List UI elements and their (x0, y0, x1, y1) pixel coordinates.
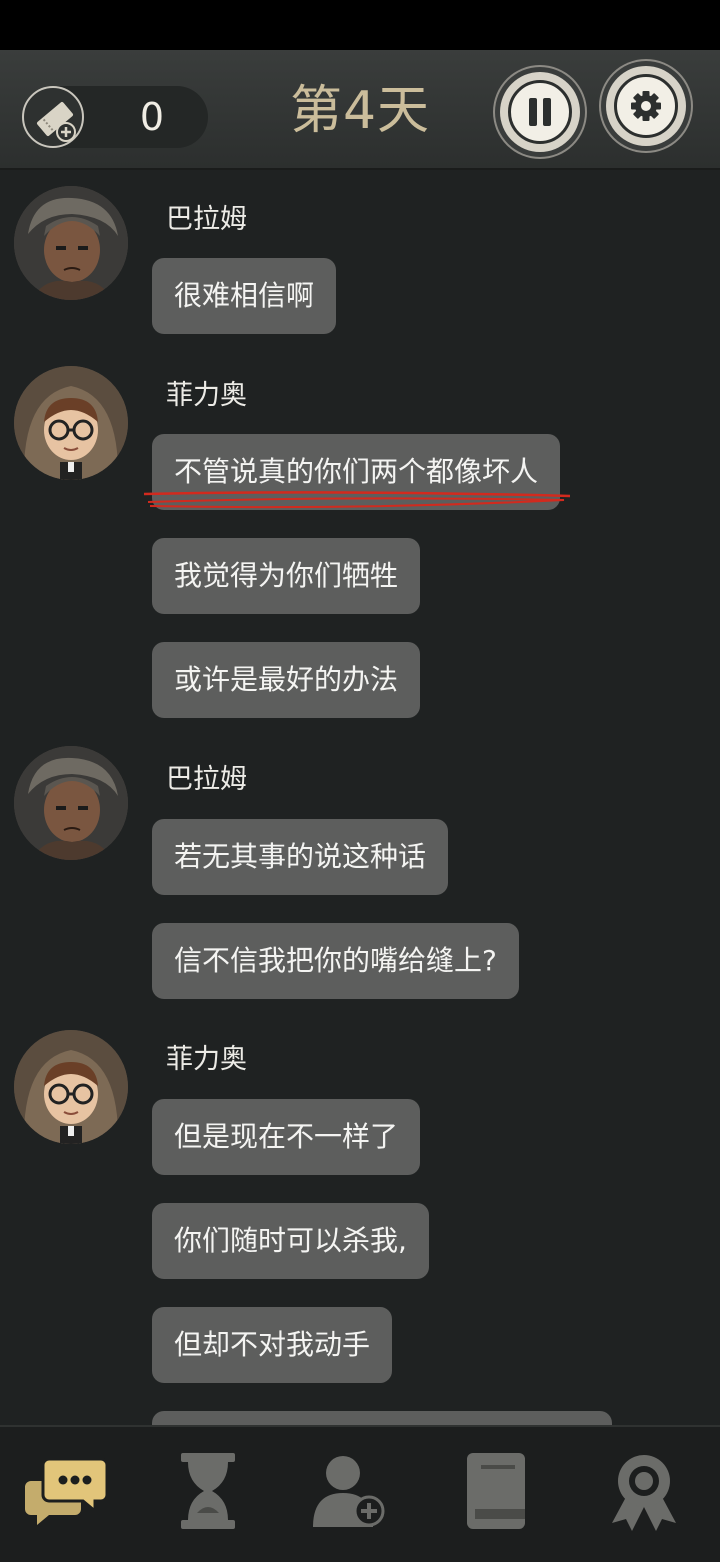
add-person-icon (313, 1456, 385, 1527)
message-bubble: 你们随时可以杀我, (152, 1203, 429, 1279)
pause-icon (529, 98, 551, 126)
ticket-add-icon[interactable] (22, 86, 84, 148)
nav-chat[interactable] (18, 1451, 118, 1541)
bottom-nav (0, 1425, 720, 1562)
badge-icon (612, 1455, 676, 1531)
nav-book[interactable] (446, 1451, 546, 1541)
gear-icon (631, 91, 661, 121)
book-icon (467, 1453, 525, 1529)
settings-button[interactable] (606, 66, 686, 146)
message-bubble: 很难相信啊 (152, 258, 337, 334)
ticket-counter[interactable]: 0 (22, 86, 208, 148)
message-bubble-partial (152, 1411, 612, 1425)
message-bubble: 但是现在不一样了 (152, 1099, 421, 1175)
message-bubble: 但却不对我动手 (152, 1307, 393, 1383)
chat-icon (25, 1457, 109, 1525)
nav-hourglass[interactable] (158, 1451, 258, 1541)
avatar-filio[interactable] (14, 1030, 128, 1144)
pause-button[interactable] (500, 72, 580, 152)
nav-badge[interactable] (594, 1451, 694, 1541)
red-underline-annotation (143, 491, 570, 509)
message-bubble: 或许是最好的办法 (152, 642, 421, 718)
message-bubble: 信不信我把你的嘴给缝上? (152, 923, 519, 999)
avatar-balam[interactable] (14, 746, 128, 860)
day-title: 第4天 (289, 81, 431, 141)
sender-name: 巴拉姆 (166, 764, 247, 795)
nav-add-person[interactable] (298, 1451, 398, 1541)
status-bar (0, 0, 720, 50)
sender-name: 巴拉姆 (166, 204, 247, 235)
hourglass-icon (181, 1453, 235, 1529)
sender-name: 菲力奥 (166, 380, 247, 411)
sender-name: 菲力奥 (166, 1044, 247, 1075)
message-bubble: 若无其事的说这种话 (152, 819, 449, 895)
message-bubble: 我觉得为你们牺牲 (152, 538, 421, 614)
ticket-count: 0 (139, 95, 165, 139)
top-bar: 0 第4天 (0, 50, 720, 170)
avatar-balam[interactable] (14, 186, 128, 300)
avatar-filio[interactable] (14, 366, 128, 480)
chat-list[interactable]: 巴拉姆 很难相信啊 菲力奥 不管说真的你们两个都像坏人 我觉得为你们牺牲 或许是… (0, 170, 720, 1425)
